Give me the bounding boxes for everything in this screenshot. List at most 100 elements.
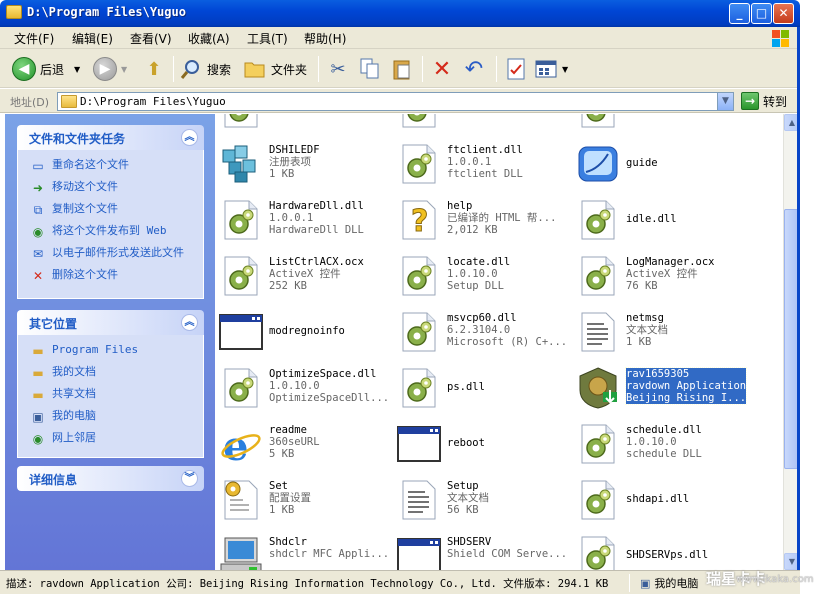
folders-button[interactable]: 文件夹 bbox=[243, 54, 307, 84]
file-detail: 文本文档 bbox=[626, 324, 668, 336]
file-item[interactable]: rav1659305 ravdown Application Beijing Ris… bbox=[572, 362, 750, 412]
file-item[interactable]: shdapi.dll bbox=[572, 474, 750, 524]
file-item[interactable]: DSHILEDF 注册表项 1 KB bbox=[215, 138, 393, 188]
collapse-icon[interactable]: ︽ bbox=[181, 129, 198, 146]
file-text: Shdclr shdclr MFC Appli... bbox=[269, 536, 389, 560]
place-network[interactable]: ◉ 网上邻居 bbox=[30, 431, 203, 447]
file-item[interactable]: 1 KB bbox=[572, 114, 750, 132]
go-button[interactable]: → 转到 bbox=[741, 92, 787, 110]
task-email[interactable]: ✉ 以电子邮件形式发送此文件 bbox=[30, 246, 203, 262]
menu-tools[interactable]: 工具(T) bbox=[247, 30, 288, 47]
file-item[interactable]: SHDSERV Shield COM Serve... bbox=[393, 530, 571, 570]
place-program-files[interactable]: ▬ Program Files bbox=[30, 343, 203, 359]
back-dropdown-icon[interactable]: ▼ bbox=[74, 65, 80, 74]
place-my-computer[interactable]: ▣ 我的电脑 bbox=[30, 409, 203, 425]
help-icon: ? bbox=[397, 198, 441, 242]
address-dropdown-icon[interactable]: ▼ bbox=[717, 93, 733, 110]
file-item[interactable]: 1 KB bbox=[215, 114, 393, 132]
task-move[interactable]: ➜ 移动这个文件 bbox=[30, 180, 203, 196]
file-item[interactable]: e readme 360seURL 5 KB bbox=[215, 418, 393, 470]
back-button[interactable]: ◀ 后退 ▼ bbox=[12, 54, 80, 84]
file-text: SHDSERV Shield COM Serve... bbox=[447, 536, 567, 560]
menu-favorites[interactable]: 收藏(A) bbox=[188, 30, 230, 47]
task-pane: 文件和文件夹任务 ︽ ▭ 重命名这个文件 ➜ 移动这个文件 ⧉ 复制这个文件 ◉ 将这个… bbox=[5, 114, 215, 570]
file-detail: 2,012 KB bbox=[447, 224, 498, 236]
paste-button[interactable] bbox=[390, 54, 414, 84]
toolbar: ◀ 后退 ▼ ▶ ▼ ⬆ 搜索 文件夹 ✂ ✕ ↶ ▼ bbox=[0, 49, 800, 88]
file-item[interactable]: OptimizeSpace.dll 1.0.10.0 OptimizeSpaceDl… bbox=[215, 362, 393, 412]
file-item[interactable]: Setup 文本文档 56 KB bbox=[393, 474, 571, 524]
file-text: Set 配置设置 1 KB bbox=[269, 480, 311, 516]
properties-button[interactable] bbox=[504, 54, 528, 84]
menu-edit[interactable]: 编辑(E) bbox=[72, 30, 113, 47]
file-item[interactable]: ps.dll bbox=[393, 362, 571, 412]
file-text: OptimizeSpace.dll 1.0.10.0 OptimizeSpaceDl… bbox=[269, 368, 389, 404]
file-item[interactable]: Set 配置设置 1 KB bbox=[215, 474, 393, 524]
place-my-documents[interactable]: ▬ 我的文档 bbox=[30, 365, 203, 381]
address-input[interactable]: D:\Program Files\Yuguo ▼ bbox=[57, 92, 734, 111]
file-item[interactable]: ListCtrlACX.ocx ActiveX 控件 252 KB bbox=[215, 250, 393, 300]
place-shared-documents[interactable]: ▬ 共享文档 bbox=[30, 387, 203, 403]
other-places-title: 其它位置 bbox=[29, 317, 78, 331]
other-places-panel: 其它位置 ︽ ▬ Program Files ▬ 我的文档 ▬ 共享文档 ▣ 我的电脑 … bbox=[17, 310, 204, 458]
task-delete[interactable]: ✕ 删除这个文件 bbox=[30, 268, 203, 284]
move-icon: ➜ bbox=[32, 181, 44, 195]
task-publish-web[interactable]: ◉ 将这个文件发布到 Web bbox=[30, 224, 203, 240]
file-item[interactable]: msvcp60.dll 6.2.3104.0 Microsoft (R) C+... bbox=[393, 306, 571, 356]
gear-file-icon bbox=[576, 114, 620, 130]
task-rename[interactable]: ▭ 重命名这个文件 bbox=[30, 158, 203, 174]
task-label: 移动这个文件 bbox=[52, 180, 118, 193]
address-bar: 地址(D) D:\Program Files\Yuguo ▼ → 转到 bbox=[0, 89, 800, 113]
file-item[interactable]: HardwareDll.dll 1.0.0.1 HardwareDll DLL bbox=[215, 194, 393, 244]
cut-button[interactable]: ✂ bbox=[326, 54, 350, 84]
task-label: 重命名这个文件 bbox=[52, 158, 129, 171]
file-item[interactable]: ftclient.dll 1.0.0.1 ftclient DLL bbox=[393, 138, 571, 188]
details-header[interactable]: 详细信息 ︾ bbox=[17, 466, 204, 491]
menu-file[interactable]: 文件(F) bbox=[14, 30, 54, 47]
collapse-icon[interactable]: ︽ bbox=[181, 314, 198, 331]
task-copy[interactable]: ⧉ 复制这个文件 bbox=[30, 202, 203, 218]
expand-icon[interactable]: ︾ bbox=[181, 470, 198, 487]
file-name: OptimizeSpace.dll bbox=[269, 368, 377, 380]
gear-file-icon bbox=[576, 534, 620, 570]
close-button[interactable]: ✕ bbox=[773, 3, 794, 24]
file-name: shdapi.dll bbox=[626, 493, 690, 505]
file-item[interactable]: locate.dll 1.0.10.0 Setup DLL bbox=[393, 250, 571, 300]
file-text: DSHILEDF 注册表项 1 KB bbox=[269, 144, 320, 180]
other-places-header[interactable]: 其它位置 ︽ bbox=[17, 310, 204, 335]
up-folder-button[interactable]: ⬆ bbox=[142, 54, 166, 84]
menu-view[interactable]: 查看(V) bbox=[130, 30, 172, 47]
file-item[interactable]: ? help 已编译的 HTML 帮... 2,012 KB bbox=[393, 194, 571, 244]
delete-button[interactable]: ✕ bbox=[430, 54, 454, 84]
address-value: D:\Program Files\Yuguo bbox=[80, 95, 226, 108]
copy-button[interactable] bbox=[358, 54, 382, 84]
file-item[interactable]: Shdclr shdclr MFC Appli... bbox=[215, 530, 393, 570]
search-button[interactable]: 搜索 bbox=[179, 54, 231, 84]
file-item[interactable]: idle.dll bbox=[572, 194, 750, 244]
title-bar[interactable]: D:\Program Files\Yuguo _ □ ✕ bbox=[0, 0, 800, 27]
file-item[interactable]: guide bbox=[572, 138, 750, 188]
folders-icon bbox=[243, 57, 267, 81]
undo-button[interactable]: ↶ bbox=[462, 54, 486, 84]
menu-help[interactable]: 帮助(H) bbox=[304, 30, 346, 47]
file-item[interactable]: schedule.dll 1.0.10.0 schedule DLL bbox=[572, 418, 750, 468]
paste-icon bbox=[390, 57, 414, 81]
file-item[interactable]: SHDSERVps.dll bbox=[572, 530, 750, 570]
file-name: SHDSERV bbox=[447, 536, 492, 548]
file-item[interactable]: 40 KB bbox=[393, 114, 571, 132]
file-detail: 1 KB bbox=[269, 168, 295, 180]
forward-button[interactable]: ▶ ▼ bbox=[93, 54, 127, 84]
file-tasks-header[interactable]: 文件和文件夹任务 ︽ bbox=[17, 125, 204, 150]
file-item[interactable]: netmsg 文本文档 1 KB bbox=[572, 306, 750, 356]
minimize-button[interactable]: _ bbox=[729, 3, 750, 24]
gear-file-icon bbox=[219, 254, 263, 298]
file-item[interactable]: modregnoinfo bbox=[215, 306, 393, 356]
file-item[interactable]: LogManager.ocx ActiveX 控件 76 KB bbox=[572, 250, 750, 300]
details-panel: 详细信息 ︾ bbox=[17, 466, 204, 491]
file-detail: shdclr MFC Appli... bbox=[269, 548, 390, 560]
views-button[interactable]: ▼ bbox=[534, 54, 568, 84]
file-text: guide bbox=[626, 157, 658, 169]
maximize-button[interactable]: □ bbox=[751, 3, 772, 24]
folder-icon: ▬ bbox=[32, 388, 44, 402]
file-item[interactable]: reboot bbox=[393, 418, 571, 468]
